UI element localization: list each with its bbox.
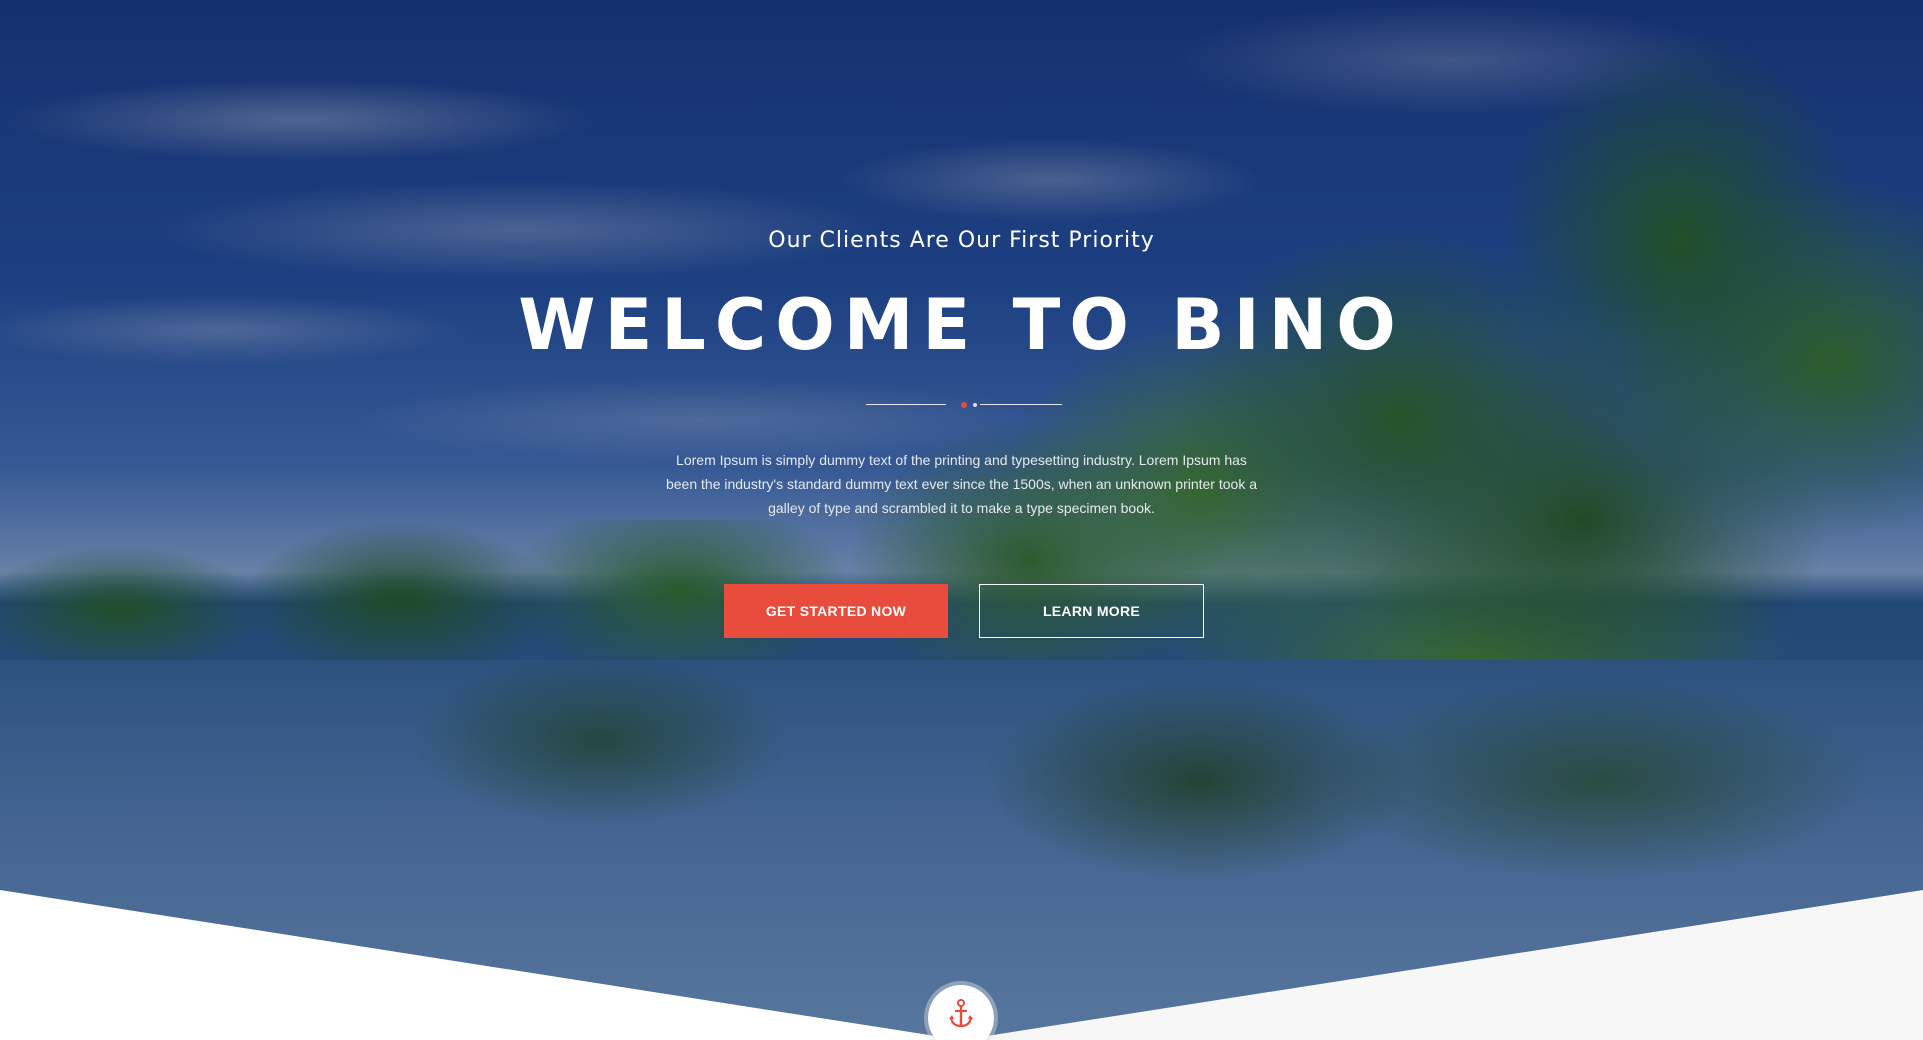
divider-line-right [980, 404, 1062, 405]
title-divider [866, 402, 1062, 408]
divider-dot-accent [961, 402, 967, 408]
anchor-icon [949, 999, 973, 1028]
hero-description: Lorem Ipsum is simply dummy text of the … [665, 452, 1257, 516]
hero-subtitle: Our Clients Are Our First Priority [768, 228, 1155, 253]
hero-bottom-angle-shape [0, 890, 1923, 1040]
get-started-button[interactable]: GET STARTED NOW [724, 584, 948, 638]
hero-section: Our Clients Are Our First Priority WELCO… [0, 0, 1923, 1040]
divider-dot [973, 403, 977, 407]
learn-more-button[interactable]: LEARN MORE [979, 584, 1204, 638]
hero-title: WELCOME TO BINO [518, 284, 1405, 366]
divider-line-left [866, 404, 946, 405]
